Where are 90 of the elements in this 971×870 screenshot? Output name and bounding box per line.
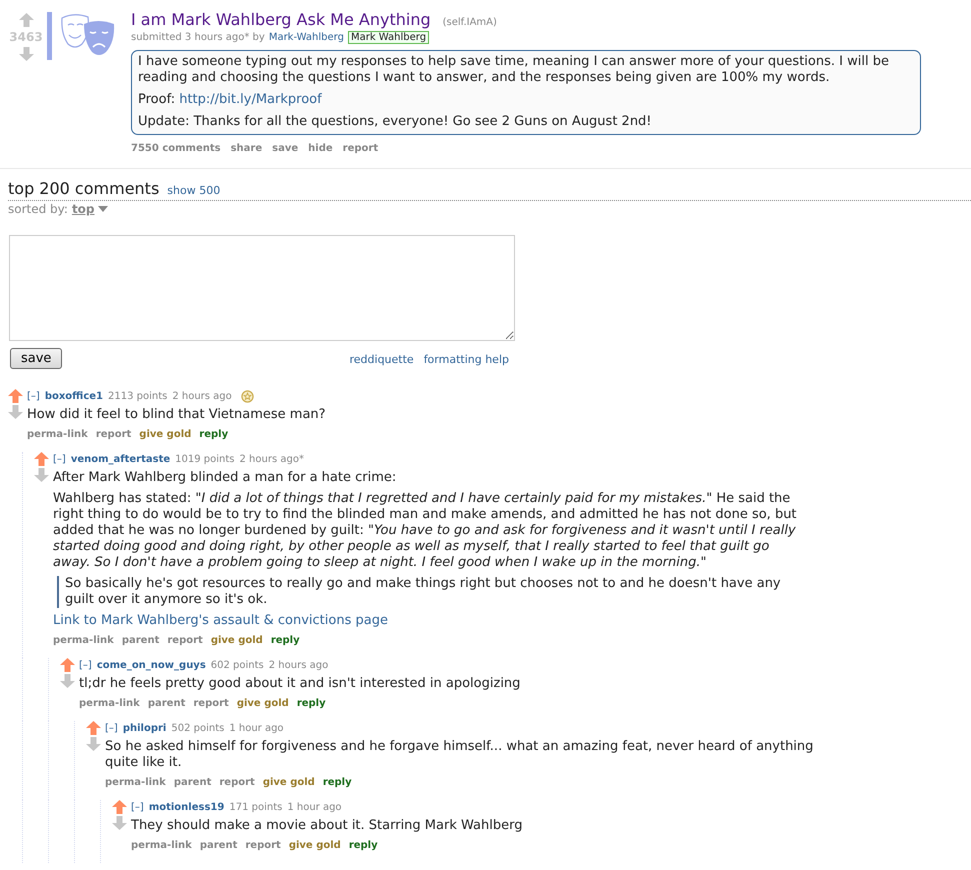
upvote-icon[interactable] — [86, 721, 101, 735]
comment-time: 2 hours ago — [268, 660, 328, 670]
upvote-icon[interactable] — [18, 13, 34, 27]
comment-action-link[interactable]: report — [245, 840, 281, 851]
comment-action-link[interactable]: report — [167, 635, 203, 646]
show-more-link[interactable]: show 500 — [167, 184, 220, 197]
post-action-link[interactable]: 7550 comments — [131, 143, 221, 154]
quoted-text: So basically he's got resources to really go and make things right but chooses not to and he doesn't have any guilt over it anymore so it's ok. — [57, 576, 798, 608]
comment-action-link[interactable]: report — [219, 777, 255, 788]
comment-action-link[interactable]: parent — [174, 777, 212, 788]
comment-text: Wahlberg has stated: "I did a lot of things that I regretted and I have certainly paid for my mistakes." He said the right thing to do would be to try to find the blinded man and make amends, and admitted he has not done so, but added that he was no longer burdened by guilt: "You have to go and ask for forgiveness and it wasn't until I really started doing good and doing right, by other people as well as myself, that I really started to feel that guilt go away. So I don't have a problem going to sleep at night. I feel good when I wake up in the morning." — [53, 491, 798, 571]
comment-input[interactable] — [9, 235, 515, 341]
upvote-icon[interactable] — [112, 800, 127, 814]
caret-icon[interactable] — [98, 206, 108, 212]
comment-action-link[interactable]: perma-link — [105, 777, 166, 788]
comment-score: 1019 points — [175, 454, 235, 464]
comment-action-link[interactable]: parent — [122, 635, 160, 646]
submitted-text: submitted 3 hours ago* by — [131, 32, 265, 43]
downvote-icon[interactable] — [86, 737, 101, 751]
comment-time: 2 hours ago* — [240, 454, 304, 464]
collapse-toggle[interactable]: [–] — [131, 802, 144, 812]
comment-action-link[interactable]: perma-link — [131, 840, 192, 851]
post-action-link[interactable]: hide — [308, 143, 333, 154]
collapse-toggle[interactable]: [–] — [79, 660, 92, 670]
comment-action-link[interactable]: reply — [296, 698, 326, 709]
downvote-icon[interactable] — [18, 47, 34, 61]
comment-time: 1 hour ago — [287, 802, 342, 812]
comment-action-link[interactable]: report — [193, 698, 229, 709]
post-paragraph: I have someone typing out my responses to help save time, meaning I can answer more of your questions. I will be reading and choosing the questions I want to answer, and the responses being given are 100% my words. — [138, 54, 890, 86]
comment-score: 502 points — [171, 722, 224, 734]
help-link[interactable]: reddiquette — [350, 353, 414, 366]
post-accent-bar — [47, 12, 52, 60]
proof-label: Proof: — [138, 92, 176, 107]
upvote-icon[interactable] — [34, 452, 49, 466]
theater-masks-icon[interactable] — [60, 12, 116, 58]
comment-text: So he asked himself for forgiveness and he forgave himself... what an amazing feat, never heard of anything quite like it. — [105, 739, 814, 771]
save-button[interactable]: save — [10, 348, 62, 369]
comment-action-link[interactable]: give gold — [288, 840, 341, 851]
comment-score: 2113 points — [108, 390, 168, 402]
comment-action-link[interactable]: parent — [200, 840, 238, 851]
comment-text: How did it feel to blind that Vietnamese man? — [27, 407, 326, 423]
comment-author[interactable]: boxoffice1 — [44, 390, 103, 402]
sort-label: sorted by: — [8, 202, 68, 216]
comment-action-link[interactable]: perma-link — [53, 635, 114, 646]
upvote-icon[interactable] — [60, 658, 75, 672]
comment-score: 602 points — [210, 660, 264, 670]
downvote-icon[interactable] — [34, 468, 49, 482]
collapse-toggle[interactable]: [–] — [27, 390, 40, 402]
post-paragraph: Update: Thanks for all the questions, everyone! Go see 2 Guns on August 2nd! — [138, 114, 653, 130]
comment-action-link[interactable]: reply — [270, 635, 300, 646]
author-flair: Mark Wahlberg — [348, 31, 430, 44]
proof-link[interactable]: http://bit.ly/Markproof — [179, 92, 322, 107]
comment-action-link[interactable]: give gold — [210, 635, 263, 646]
comment-score: 171 points — [229, 802, 282, 812]
comments-title: top 200 comments — [8, 179, 160, 198]
comment-action-link[interactable]: perma-link — [79, 698, 140, 709]
comment-action-link[interactable]: give gold — [236, 698, 289, 709]
comment-text: They should make a movie about it. Starring Mark Wahlberg — [131, 818, 522, 834]
comment-action-link[interactable]: give gold — [262, 777, 315, 788]
post-action-link[interactable]: report — [342, 143, 378, 154]
comment-time: 2 hours ago — [172, 390, 232, 402]
comment-text: tl;dr he feels pretty good about it and isn't interested in apologizing — [79, 676, 520, 692]
upvote-icon[interactable] — [8, 389, 23, 403]
post-score: 3463 — [9, 30, 43, 44]
post-author[interactable]: Mark-Wahlberg — [268, 32, 344, 43]
downvote-icon[interactable] — [60, 674, 75, 688]
downvote-icon[interactable] — [8, 405, 23, 419]
comment-action-link[interactable]: parent — [148, 698, 186, 709]
comment-author[interactable]: venom_aftertaste — [70, 454, 170, 464]
comment-action-link[interactable]: perma-link — [27, 429, 88, 440]
collapse-toggle[interactable]: [–] — [53, 454, 66, 464]
collapse-toggle[interactable]: [–] — [105, 722, 118, 734]
comment-author[interactable]: philopri — [122, 722, 166, 734]
comment-author[interactable]: come_on_now_guys — [96, 660, 206, 670]
post-action-link[interactable]: share — [230, 143, 262, 154]
post-domain[interactable]: (self.IAmA) — [442, 17, 497, 28]
post-action-link[interactable]: save — [272, 143, 298, 154]
downvote-icon[interactable] — [112, 816, 127, 830]
comment-action-link[interactable]: give gold — [139, 429, 192, 440]
comment-action-link[interactable]: reply — [322, 777, 352, 788]
help-link[interactable]: formatting help — [424, 353, 509, 366]
comment-text: After Mark Wahlberg blinded a man for a hate crime: — [53, 470, 398, 486]
comment-action-link[interactable]: reply — [199, 429, 228, 440]
comment-action-link[interactable]: report — [96, 429, 132, 440]
post-title[interactable]: I am Mark Wahlberg Ask Me Anything — [131, 10, 431, 29]
comment-author[interactable]: motionless19 — [148, 802, 224, 812]
comment-action-link[interactable]: reply — [348, 840, 378, 851]
comment-link[interactable]: Link to Mark Wahlberg's assault & convictions page — [53, 613, 388, 628]
comment-time: 1 hour ago — [229, 722, 284, 734]
sort-dropdown[interactable]: top — [72, 202, 108, 216]
